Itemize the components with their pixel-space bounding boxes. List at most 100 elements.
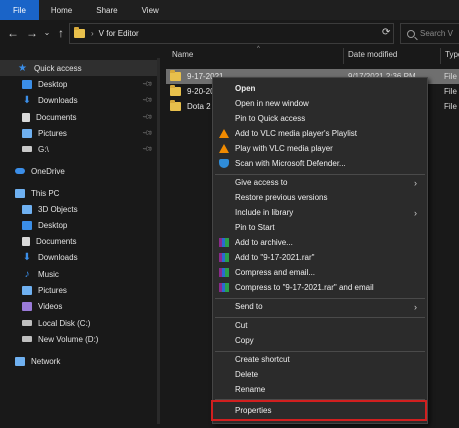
tab-home[interactable]: Home (39, 0, 84, 20)
menu-item-pin-to-start[interactable]: Pin to Start (213, 220, 427, 235)
pin-icon: 📌︎ (141, 143, 153, 155)
search-icon (407, 29, 415, 38)
desktop-icon (22, 79, 32, 89)
music-icon: ♪ (24, 268, 30, 280)
local-disk-icon (22, 320, 32, 326)
videos-icon (22, 301, 32, 311)
sidebar-item-g-drive[interactable]: G:\ 📌︎ (0, 141, 158, 157)
menu-item-open-in-new-window[interactable]: Open in new window (213, 96, 427, 111)
menu-item-open[interactable]: Open (213, 81, 427, 96)
address-bar[interactable]: › V for Editor (69, 23, 394, 44)
back-arrow-icon[interactable]: ← (6, 26, 20, 40)
folder-icon (170, 85, 181, 96)
sidebar-item-downloads[interactable]: ⬇ Downloads 📌︎ (0, 92, 158, 108)
menu-item-send-to[interactable]: Send to › (213, 299, 427, 314)
pin-icon: 📌︎ (141, 94, 153, 106)
pin-icon: 📌︎ (141, 127, 153, 139)
menu-item-compress-and-email[interactable]: Compress and email... (213, 265, 427, 280)
search-placeholder: Search V (420, 29, 453, 38)
sidebar-item-desktop[interactable]: Desktop 📌︎ (0, 76, 158, 92)
search-input[interactable]: Search V (400, 23, 459, 44)
winrar-icon (219, 283, 229, 292)
sidebar-item-local-disk-c[interactable]: Local Disk (C:) (0, 315, 158, 331)
folder-icon (170, 100, 181, 111)
menu-item-play-with-vlc[interactable]: Play with VLC media player (213, 141, 427, 156)
submenu-arrow-icon: › (414, 301, 417, 312)
up-arrow-icon[interactable]: ↑ (54, 26, 68, 40)
menu-item-compress-to-rar-and-email[interactable]: Compress to "9-17-2021.rar" and email (213, 280, 427, 295)
menu-item-restore-previous-versions[interactable]: Restore previous versions (213, 190, 427, 205)
desktop-icon (22, 220, 32, 230)
sidebar-item-documents-pc[interactable]: Documents (0, 233, 158, 249)
menu-item-include-in-library[interactable]: Include in library › (213, 205, 427, 220)
menu-item-delete[interactable]: Delete (213, 367, 427, 382)
sidebar-scrollbar[interactable] (157, 58, 160, 424)
sidebar-item-pictures-pc[interactable]: Pictures (0, 282, 158, 298)
sidebar-item-documents[interactable]: Documents 📌︎ (0, 109, 158, 125)
winrar-icon (219, 253, 229, 262)
sort-caret-icon: ^ (257, 46, 260, 52)
pictures-icon (22, 128, 32, 138)
winrar-icon (219, 268, 229, 277)
onedrive-icon (15, 168, 25, 174)
column-divider[interactable] (343, 48, 344, 64)
tab-view[interactable]: View (130, 0, 171, 20)
menu-item-add-to-rar[interactable]: Add to "9-17-2021.rar" (213, 250, 427, 265)
drive-icon (22, 146, 32, 152)
menu-item-rename[interactable]: Rename (213, 382, 427, 397)
menu-item-create-shortcut[interactable]: Create shortcut (213, 352, 427, 367)
breadcrumb-current-folder[interactable]: V for Editor (99, 29, 139, 38)
defender-shield-icon (219, 159, 229, 168)
menu-item-scan-with-defender[interactable]: Scan with Microsoft Defender... (213, 156, 427, 171)
downloads-icon: ⬇ (22, 94, 32, 106)
downloads-icon: ⬇ (22, 251, 32, 263)
network-icon (15, 356, 25, 366)
menu-item-give-access-to[interactable]: Give access to › (213, 175, 427, 190)
star-icon: ★ (18, 62, 27, 74)
menu-item-copy[interactable]: Copy (213, 333, 427, 348)
column-header-type[interactable]: Type (445, 50, 459, 59)
breadcrumb-chevron-icon: › (91, 29, 94, 38)
menu-item-add-to-archive[interactable]: Add to archive... (213, 235, 427, 250)
menu-item-add-to-vlc-playlist[interactable]: Add to VLC media player's Playlist (213, 126, 427, 141)
documents-icon (22, 112, 30, 122)
sidebar-item-network[interactable]: Network (0, 353, 158, 369)
address-row: ← → ⌄ ↑ › V for Editor ⟳ Search V (0, 22, 459, 44)
menu-item-pin-to-quick-access[interactable]: Pin to Quick access (213, 111, 427, 126)
3d-objects-icon (22, 204, 32, 214)
drive-icon (22, 336, 32, 342)
context-menu: Open Open in new window Pin to Quick acc… (212, 77, 428, 424)
folder-icon (74, 27, 85, 38)
sidebar-item-new-volume-d[interactable]: New Volume (D:) (0, 331, 158, 347)
submenu-arrow-icon: › (414, 177, 417, 188)
winrar-icon (219, 238, 229, 247)
vlc-icon (219, 129, 229, 138)
sidebar-item-videos[interactable]: Videos (0, 298, 158, 314)
sidebar-item-this-pc[interactable]: This PC (0, 185, 158, 201)
sidebar-item-downloads-pc[interactable]: ⬇ Downloads (0, 249, 158, 265)
tab-share[interactable]: Share (84, 0, 129, 20)
menu-item-cut[interactable]: Cut (213, 318, 427, 333)
sidebar-item-pictures[interactable]: Pictures 📌︎ (0, 125, 158, 141)
forward-arrow-icon[interactable]: → (25, 26, 39, 40)
column-divider[interactable] (440, 48, 441, 64)
ribbon-tabs: File Home Share View (0, 0, 459, 20)
pictures-icon (22, 285, 32, 295)
refresh-icon[interactable]: ⟳ (382, 27, 390, 38)
vlc-icon (219, 144, 229, 153)
sidebar-item-onedrive[interactable]: OneDrive (0, 163, 158, 179)
recent-locations-chevron-icon[interactable]: ⌄ (40, 26, 54, 40)
folder-icon (170, 70, 181, 81)
pin-icon: 📌︎ (141, 78, 153, 90)
properties-highlight-box (211, 400, 427, 421)
submenu-arrow-icon: › (414, 207, 417, 218)
sidebar-item-quick-access[interactable]: ★ Quick access (0, 60, 158, 76)
column-header-date-modified[interactable]: Date modified (348, 50, 397, 59)
sidebar-item-desktop-pc[interactable]: Desktop (0, 217, 158, 233)
column-header-name[interactable]: Name (172, 50, 193, 59)
sidebar-item-music[interactable]: ♪ Music (0, 266, 158, 282)
pin-icon: 📌︎ (141, 111, 153, 123)
tab-file[interactable]: File (0, 0, 39, 20)
documents-icon (22, 236, 30, 246)
sidebar-item-3d-objects[interactable]: 3D Objects (0, 201, 158, 217)
